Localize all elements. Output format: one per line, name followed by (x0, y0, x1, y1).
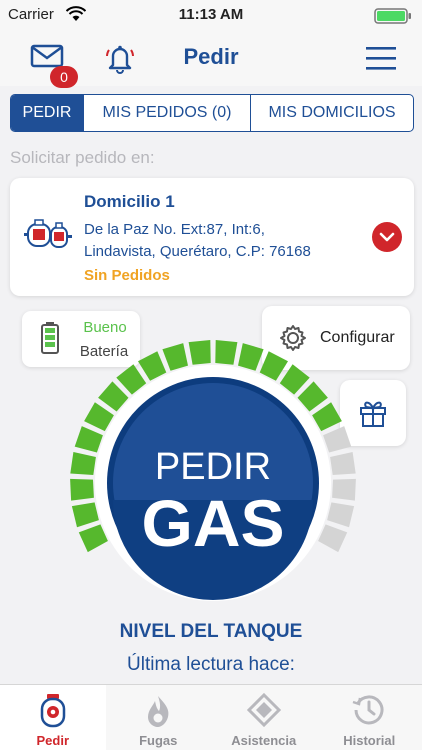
gauge-segment (327, 502, 355, 528)
tab-asistencia[interactable]: Asistencia (211, 685, 317, 750)
status-time: 11:13 AM (178, 6, 244, 23)
menu-button[interactable] (366, 46, 396, 75)
diamond-icon (246, 692, 281, 732)
gift-icon (359, 398, 387, 433)
gauge-segment (318, 524, 348, 553)
rewards-button[interactable] (340, 380, 406, 446)
gauge-segment (188, 340, 211, 365)
address-name: Domicilio 1 (84, 192, 175, 211)
battery-status-icon (374, 8, 412, 28)
bottom-tab-bar: Pedir Fugas Asistencia Historial (0, 684, 422, 750)
chevron-down-icon (379, 232, 395, 242)
history-icon (352, 693, 386, 732)
last-reading-label: Última lectura hace: (127, 654, 295, 675)
address-line-1: De la Paz No. Ext:87, Int:6, (84, 221, 265, 238)
tab-label: Asistencia (231, 733, 297, 748)
address-line-2: Lindavista, Querétaro, C.P: 76168 (84, 243, 311, 260)
flame-icon (143, 693, 173, 734)
gauge-segment (332, 478, 356, 501)
battery-label: Batería (79, 343, 129, 360)
tab-mis-pedidos[interactable]: MIS PEDIDOS (0) (83, 95, 250, 131)
gauge-segment (84, 402, 114, 432)
section-label: Solicitar pedido en: (10, 148, 155, 167)
gauge-segment (70, 452, 96, 475)
tab-pedir[interactable]: PEDIR (11, 95, 83, 131)
configure-label: Configurar (320, 329, 395, 346)
gauge-segment (297, 381, 328, 412)
tab-label: Pedir (36, 733, 69, 748)
configure-button[interactable]: Configurar (262, 306, 410, 370)
battery-level-icon (40, 321, 60, 360)
tab-historial[interactable]: Historial (317, 685, 422, 750)
tab-fugas[interactable]: Fugas (106, 685, 212, 750)
gauge-segment (162, 343, 188, 371)
order-segmented-control: PEDIR MIS PEDIDOS (0) MIS DOMICILIOS (10, 94, 414, 132)
gauge-segment (70, 478, 94, 501)
address-dropdown-button[interactable] (372, 222, 402, 252)
gauge-segment (215, 340, 238, 365)
navigation-bar: 0 Pedir (0, 30, 422, 88)
tank-level-title: NIVEL DEL TANQUE (119, 621, 303, 642)
battery-value: Bueno (83, 319, 127, 336)
order-gas-button[interactable] (107, 377, 319, 589)
gauge-segment (116, 364, 147, 395)
gauge-segment (71, 502, 99, 528)
gear-icon (278, 323, 308, 358)
gauge-segment (78, 524, 108, 553)
tab-pedir-bottom[interactable]: Pedir (0, 685, 106, 750)
gauge-segment (98, 381, 129, 412)
address-card[interactable]: Domicilio 1 De la Paz No. Ext:87, Int:6,… (10, 178, 414, 296)
gauge-segment (74, 426, 103, 453)
gauge-segment (138, 351, 167, 381)
tab-mis-domicilios[interactable]: MIS DOMICILIOS (250, 95, 413, 131)
gauge-segment (330, 452, 356, 475)
gas-tanks-icon (24, 218, 72, 257)
page-title: Pedir (183, 44, 239, 69)
order-status-label: Sin Pedidos (84, 267, 170, 284)
tab-label: Fugas (139, 733, 178, 748)
sensor-battery-card: Bueno Batería (22, 311, 140, 367)
hamburger-menu-icon (366, 47, 396, 70)
gas-tank-icon (39, 693, 67, 734)
tab-label: Historial (343, 733, 396, 748)
gauge-segment (312, 402, 342, 432)
status-bar: Carrier 11:13 AM (0, 0, 422, 30)
gauge-segment (238, 343, 264, 371)
